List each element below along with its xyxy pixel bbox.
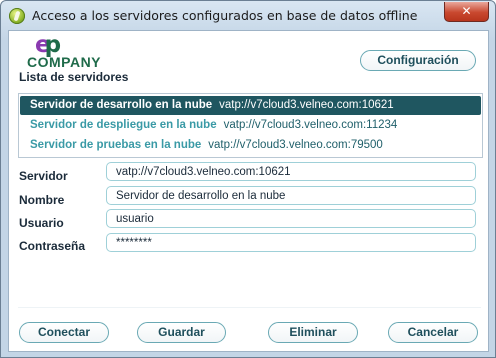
server-name: Servidor de desarrollo en la nube: [30, 99, 213, 111]
contrasena-label: Contraseña: [19, 239, 86, 253]
company-logo: ep COMPANY: [27, 33, 112, 71]
server-list-item[interactable]: Servidor de pruebas en la nube vatp://v7c…: [20, 136, 481, 155]
logo-wordmark: COMPANY: [27, 54, 102, 70]
cancelar-button[interactable]: Cancelar: [388, 322, 478, 343]
usuario-label: Usuario: [19, 216, 64, 230]
server-list[interactable]: Servidor de desarrollo en la nube vatp://…: [18, 93, 483, 158]
nombre-field[interactable]: Servidor de desarrollo en la nube: [106, 186, 476, 205]
app-icon: [9, 8, 25, 24]
title-bar[interactable]: Acceso a los servidores configurados en …: [1, 1, 495, 31]
configuracion-button[interactable]: Configuración: [360, 50, 476, 71]
usuario-field[interactable]: usuario: [106, 209, 476, 228]
server-list-label: Lista de servidores: [19, 70, 129, 84]
close-button[interactable]: ✕: [444, 2, 489, 22]
guardar-button[interactable]: Guardar: [137, 322, 226, 343]
server-address: vatp://v7cloud3.velneo.com:79500: [208, 139, 383, 151]
dialog-window: Acceso a los servidores configurados en …: [0, 0, 496, 358]
servidor-field[interactable]: vatp://v7cloud3.velneo.com:10621: [106, 162, 476, 181]
conectar-button[interactable]: Conectar: [19, 322, 109, 343]
dialog-body: ep COMPANY Configuración Lista de servid…: [8, 30, 489, 352]
servidor-label: Servidor: [19, 169, 68, 183]
server-name: Servidor de pruebas en la nube: [30, 139, 202, 151]
server-list-item[interactable]: Servidor de despliegue en la nube vatp://…: [20, 116, 481, 135]
server-address: vatp://v7cloud3.velneo.com:10621: [219, 99, 394, 111]
contrasena-field[interactable]: ********: [106, 233, 476, 252]
server-list-item[interactable]: Servidor de desarrollo en la nube vatp://…: [20, 96, 481, 115]
close-icon: ✕: [461, 4, 472, 18]
server-address: vatp://v7cloud3.velneo.com:11234: [223, 119, 398, 131]
server-name: Servidor de despliegue en la nube: [30, 119, 217, 131]
window-title: Acceso a los servidores configurados en …: [32, 8, 418, 23]
divider: [18, 307, 481, 308]
nombre-label: Nombre: [19, 193, 65, 207]
eliminar-button[interactable]: Eliminar: [268, 322, 358, 343]
